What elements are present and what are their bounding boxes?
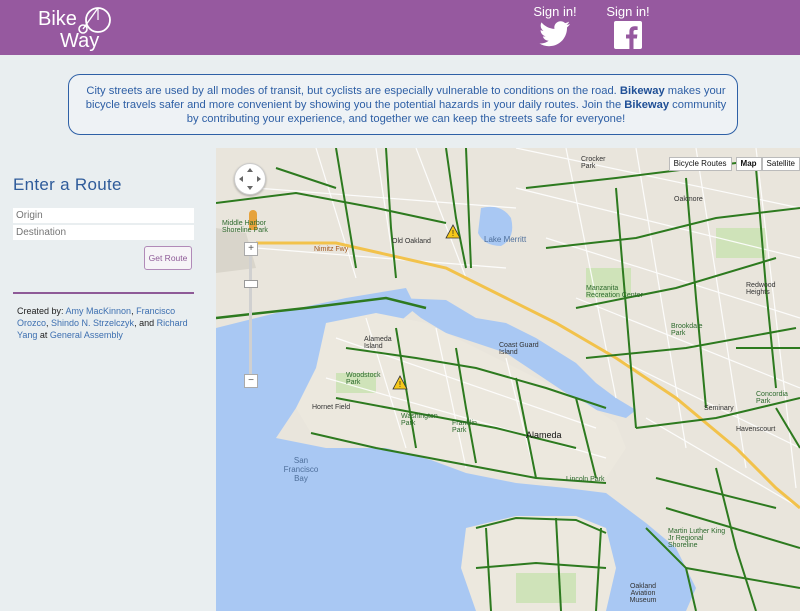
origin-input[interactable] — [13, 208, 194, 223]
twitter-signin[interactable]: Sign in! — [530, 4, 580, 49]
intro-brand-2: Bikeway — [624, 99, 670, 111]
facebook-icon — [614, 21, 642, 49]
bikeway-logo[interactable]: Bike Way — [36, 4, 116, 52]
map-label-mlk-shoreline: Martin Luther King Jr Regional Shoreline — [668, 528, 726, 549]
map-label-sf-bay: San Francisco Bay — [283, 456, 319, 483]
zoom-out-button[interactable]: − — [244, 374, 258, 388]
credits: Created by: Amy MacKinnon, Francisco Oro… — [17, 305, 197, 341]
route-map[interactable]: ! ! Bicycle Routes Map Satellite + − Alame… — [216, 148, 800, 611]
airport-park — [516, 573, 576, 603]
facebook-signin-label: Sign in! — [606, 4, 650, 19]
map-label-crocker: Crocker Park — [581, 156, 606, 170]
intro-text-1: City streets are used by all modes of tr… — [86, 85, 620, 97]
map-label-old-oakland: Old Oakland — [392, 238, 431, 245]
twitter-signin-label: Sign in! — [533, 4, 577, 19]
map-type-satellite[interactable]: Satellite — [761, 157, 800, 171]
map-label-manzanita: Manzanita Recreation Center — [586, 285, 643, 299]
logo-word-bike: Bike — [38, 8, 77, 30]
zoom-slider-thumb[interactable] — [244, 280, 258, 288]
map-label-havenscourt: Havenscourt — [736, 426, 776, 433]
route-sidebar: Enter a Route Get Route Created by: Amy … — [0, 150, 210, 611]
map-label-brookdale: Brookdale Park — [671, 323, 703, 337]
svg-text:!: ! — [399, 380, 401, 389]
map-label-redwood: Redwood Heights — [746, 282, 776, 296]
map-type-controls: Bicycle Routes Map Satellite — [665, 153, 800, 171]
pan-control[interactable] — [234, 163, 266, 195]
map-label-middle-harbor: Middle Harbor Shoreline Park — [222, 220, 268, 234]
author-link-shindo[interactable]: Shindo N. Strzelczyk — [51, 318, 134, 328]
org-link-general-assembly[interactable]: General Assembly — [50, 330, 123, 340]
map-label-alameda-island: Alameda Island — [364, 336, 392, 350]
credits-sep: , and — [134, 318, 157, 328]
route-title: Enter a Route — [13, 175, 122, 194]
map-label-concordia: Concordia Park — [756, 391, 788, 405]
bicycle-routes-toggle[interactable]: Bicycle Routes — [668, 157, 732, 171]
get-route-button[interactable]: Get Route — [144, 246, 192, 270]
penny-farthing-icon — [78, 7, 111, 34]
destination-input[interactable] — [13, 225, 194, 240]
map-label-airport: Oakland Aviation Museum — [629, 583, 657, 604]
author-link-amy[interactable]: Amy MacKinnon — [66, 306, 132, 316]
twitter-bird-icon — [539, 21, 570, 47]
sidebar-divider — [13, 292, 194, 294]
map-label-lincoln: Lincoln Park — [566, 476, 605, 483]
zoom-slider[interactable] — [249, 256, 252, 374]
map-label-lake-merritt: Lake Merritt — [484, 235, 527, 244]
credits-at: at — [37, 330, 50, 340]
facebook-signin[interactable]: Sign in! — [603, 4, 653, 49]
map-label-washington: Washington Park — [401, 413, 438, 427]
svg-text:!: ! — [452, 229, 454, 238]
map-label-oakmore: Oakmore — [674, 196, 703, 203]
intro-brand-1: Bikeway — [619, 85, 665, 97]
map-label-hornet-field: Hornet Field — [312, 404, 351, 411]
map-label-alameda: Alameda — [526, 430, 562, 440]
top-bar: Bike Way Sign in! Sign in! — [0, 0, 800, 55]
intro-box: City streets are used by all modes of tr… — [68, 74, 738, 135]
pan-arrows-icon — [239, 168, 261, 190]
zoom-in-button[interactable]: + — [244, 242, 258, 256]
map-label-seminary: Seminary — [704, 405, 734, 412]
map-label-coast-guard: Coast Guard Island — [499, 342, 539, 356]
map-label-woodstock: Woodstock Park — [346, 372, 381, 386]
map-type-map[interactable]: Map — [735, 157, 762, 171]
credits-prefix: Created by: — [17, 306, 66, 316]
map-label-franklin: Franklin Park — [452, 420, 477, 434]
map-label-nimitz: Nimitz Fwy — [314, 246, 349, 253]
